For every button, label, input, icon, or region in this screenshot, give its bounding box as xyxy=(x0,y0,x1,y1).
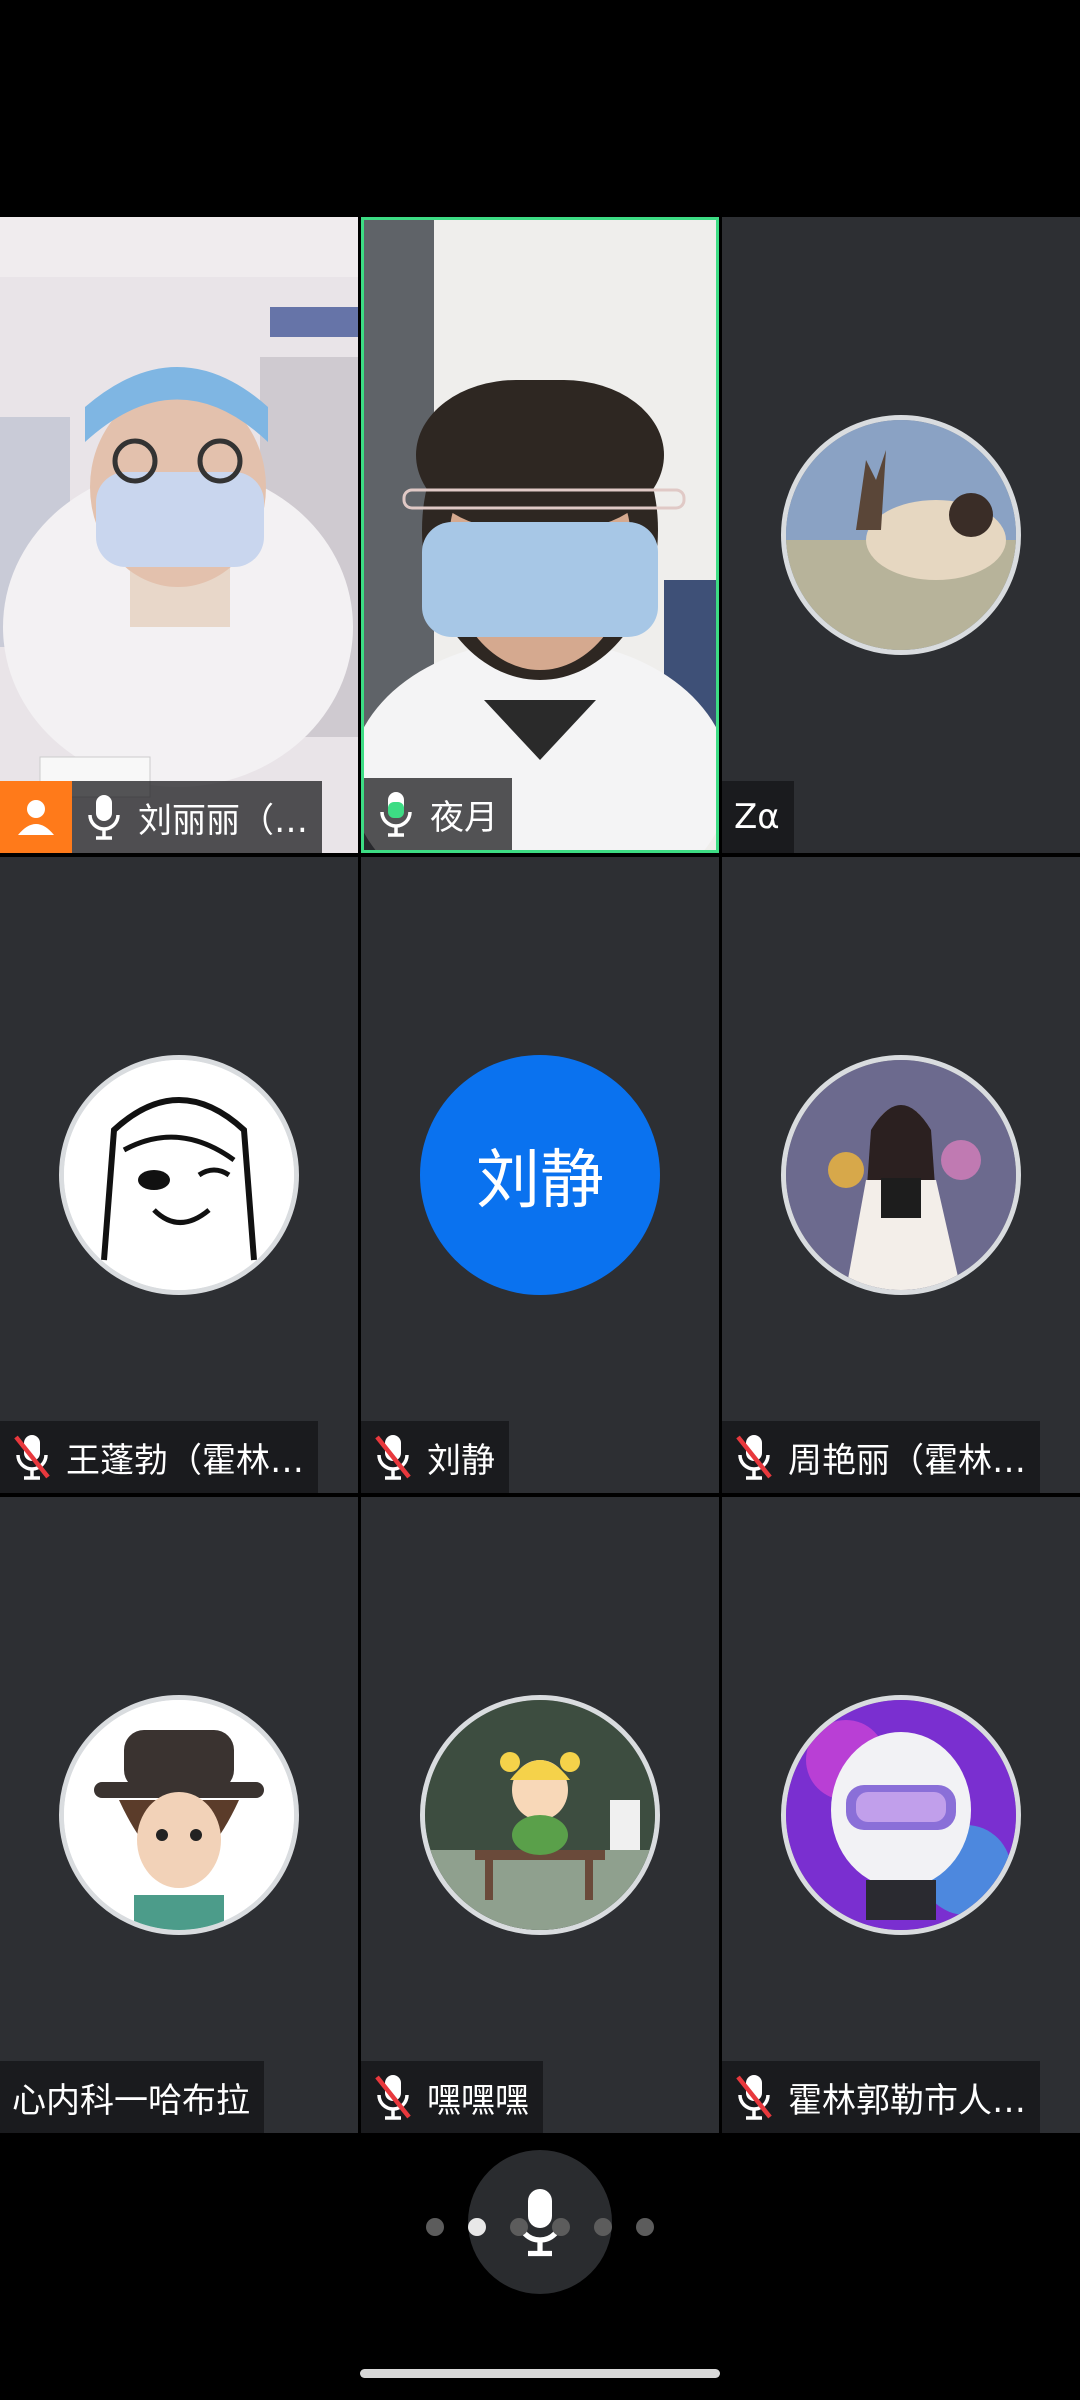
helmet-neon-avatar-icon xyxy=(781,1695,1021,1935)
page-dot[interactable] xyxy=(594,2218,612,2236)
cartoon-watermelon-avatar-icon xyxy=(420,1695,660,1935)
participant-tile[interactable]: 周艳丽（霍林… xyxy=(722,857,1080,1493)
microphone-muted-icon xyxy=(373,1433,413,1481)
participant-name: Zα xyxy=(734,797,780,837)
host-badge xyxy=(0,781,72,853)
nameplate: 心内科一哈布拉 xyxy=(0,2061,264,2133)
participant-tile[interactable]: Zα xyxy=(722,217,1080,853)
page-dot[interactable] xyxy=(510,2218,528,2236)
nameplate: 王蓬勃（霍林… xyxy=(0,1421,318,1493)
participant-tile[interactable]: 刘丽丽（… xyxy=(0,217,358,853)
microphone-speaking-icon xyxy=(376,790,416,838)
microphone-muted-icon xyxy=(734,1433,774,1481)
microphone-icon xyxy=(84,793,124,841)
participant-video xyxy=(0,217,358,853)
nameplate: Zα xyxy=(722,781,794,853)
page-dot[interactable] xyxy=(426,2218,444,2236)
participant-name: 霍林郭勒市人… xyxy=(788,2080,1026,2121)
woman-flowers-avatar-icon xyxy=(781,1055,1021,1295)
participant-tile[interactable]: 刘静 刘静 xyxy=(361,857,719,1493)
page-dot-active[interactable] xyxy=(468,2218,486,2236)
nameplate: 刘丽丽（… xyxy=(0,781,322,853)
user-icon xyxy=(18,800,54,835)
participant-tile[interactable]: 心内科一哈布拉 xyxy=(0,1497,358,2133)
participant-name: 嘿嘿嘿 xyxy=(427,2080,529,2121)
landscape-avatar-icon xyxy=(781,415,1021,655)
page-dot[interactable] xyxy=(636,2218,654,2236)
microphone-muted-icon xyxy=(734,2073,774,2121)
participant-tile[interactable]: 王蓬勃（霍林… xyxy=(0,857,358,1493)
nameplate: 嘿嘿嘿 xyxy=(361,2061,543,2133)
participant-name: 夜月 xyxy=(430,797,498,838)
nameplate: 夜月 xyxy=(364,778,512,850)
nameplate: 刘静 xyxy=(361,1421,509,1493)
participant-tile[interactable]: 嘿嘿嘿 xyxy=(361,1497,719,2133)
cartoon-girl-avatar-icon xyxy=(59,1055,299,1295)
page-dot[interactable] xyxy=(552,2218,570,2236)
participant-name: 周艳丽（霍林… xyxy=(788,1440,1026,1481)
participant-tile[interactable]: 霍林郭勒市人… xyxy=(722,1497,1080,2133)
participant-grid: 刘丽丽（… 夜月 Zα 王蓬勃（霍林… 刘静 刘静 周艳丽（霍林… 心内科一哈布… xyxy=(0,217,1080,2137)
participant-name: 刘静 xyxy=(427,1440,495,1481)
participant-name: 心内科一哈布拉 xyxy=(12,2080,250,2121)
home-indicator[interactable] xyxy=(360,2369,720,2378)
participant-tile-active-speaker[interactable]: 夜月 xyxy=(361,217,719,853)
nameplate: 霍林郭勒市人… xyxy=(722,2061,1040,2133)
participant-name: 王蓬勃（霍林… xyxy=(66,1440,304,1481)
participant-video xyxy=(364,220,716,850)
microphone-muted-icon xyxy=(12,1433,52,1481)
participant-name: 刘丽丽（… xyxy=(138,800,308,841)
cartoon-hat-girl-avatar-icon xyxy=(59,1695,299,1935)
page-indicator xyxy=(0,2218,1080,2248)
microphone-muted-icon xyxy=(373,2073,413,2121)
nameplate: 周艳丽（霍林… xyxy=(722,1421,1040,1493)
text-avatar: 刘静 xyxy=(420,1055,660,1295)
